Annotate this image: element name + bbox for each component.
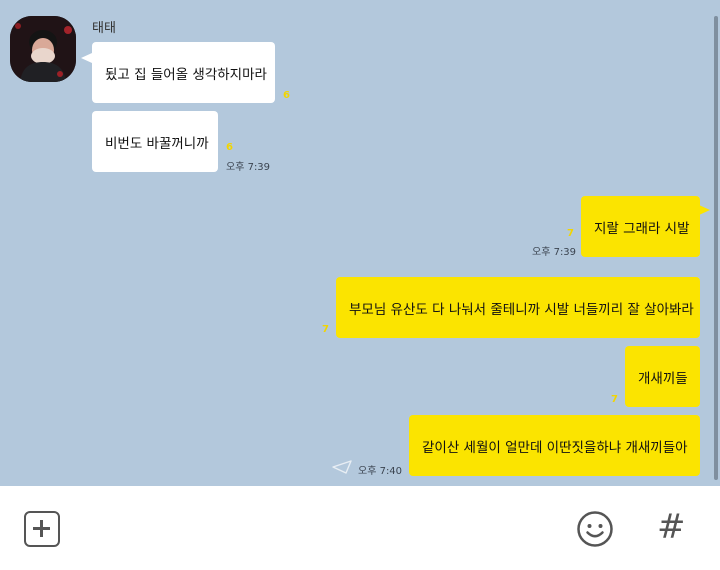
message-bubble-outgoing[interactable]: 부모님 유산도 다 나눠서 줄테니까 시발 너들끼리 잘 살아봐라 — [336, 277, 700, 338]
emoji-icon[interactable] — [576, 510, 614, 548]
chat-area[interactable]: 태태 됬고 집 들어올 생각하지마라 6 비번도 바꿀꺼니까 6 오후 7:39… — [0, 0, 720, 486]
unread-count: 7 — [322, 324, 329, 335]
message-bubble-outgoing[interactable]: 같이산 세월이 얼만데 이딴짓을하냐 개새끼들아 — [409, 415, 700, 476]
send-arrow-icon — [332, 460, 352, 474]
unread-count: 6 — [283, 90, 290, 101]
message-bubble-incoming[interactable]: 됬고 집 들어올 생각하지마라 — [92, 42, 275, 103]
contact-avatar[interactable] — [10, 16, 76, 82]
message-bubble-incoming[interactable]: 비번도 바꿀꺼니까 — [92, 111, 218, 172]
unread-count: 7 — [567, 228, 574, 239]
contact-name: 태태 — [92, 21, 116, 36]
plus-icon[interactable] — [24, 511, 60, 547]
message-bubble-outgoing[interactable]: 개새끼들 — [625, 346, 700, 407]
unread-count: 7 — [611, 394, 618, 405]
avatar-image — [10, 16, 76, 82]
message-timestamp: 오후 7:40 — [358, 466, 403, 477]
bubble-tail — [699, 205, 710, 215]
hash-icon[interactable]: # — [657, 507, 686, 547]
unread-count: 6 — [226, 142, 233, 153]
message-timestamp: 오후 7:39 — [532, 247, 577, 258]
message-bubble-outgoing[interactable]: 지랄 그래라 시발 — [581, 196, 700, 257]
message-timestamp: 오후 7:39 — [226, 162, 271, 173]
scrollbar[interactable] — [714, 16, 718, 480]
bubble-tail — [81, 53, 92, 63]
